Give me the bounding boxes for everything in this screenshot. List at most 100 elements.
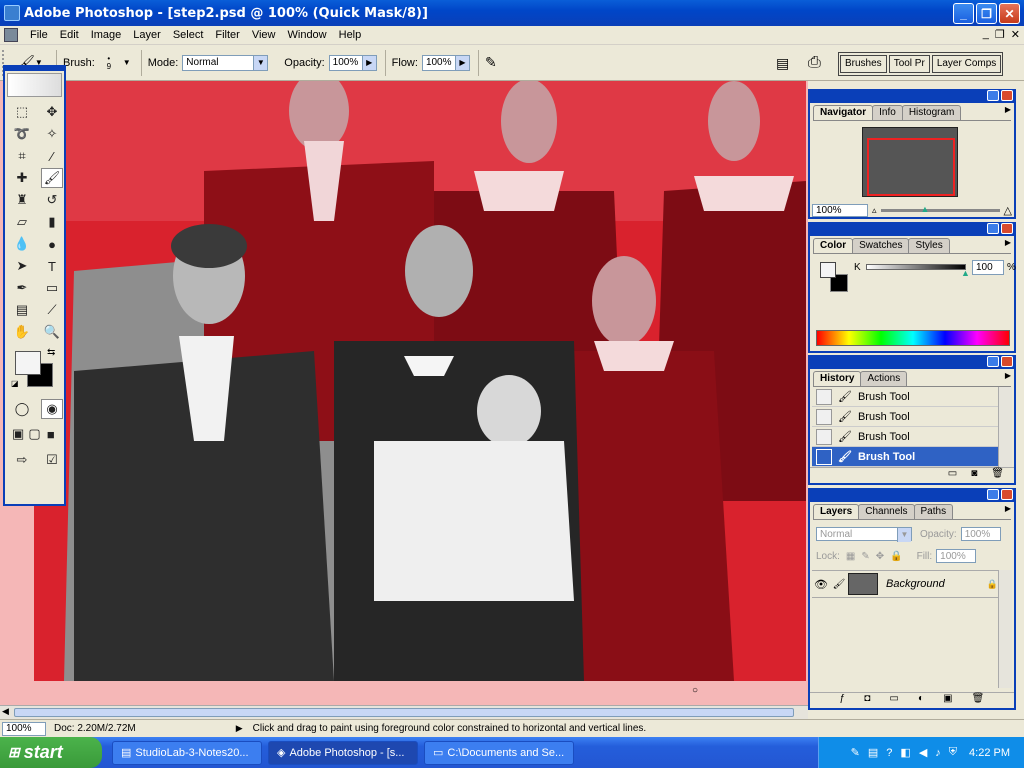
menu-view[interactable]: View — [246, 29, 282, 41]
history-item-current[interactable]: 🖌 Brush Tool — [812, 447, 1002, 467]
tab-color[interactable]: Color — [813, 238, 854, 253]
lasso-tool-icon[interactable]: ➰ — [11, 124, 33, 144]
snapshot-icon[interactable]: ◙ — [971, 468, 977, 483]
blend-mode-select[interactable]: Normal ▼ — [816, 527, 912, 542]
notes-tool-icon[interactable]: ▤ — [11, 300, 33, 320]
tab-navigator[interactable]: Navigator — [813, 105, 874, 120]
menu-file[interactable]: File — [24, 29, 54, 41]
start-button[interactable]: ⊞ start — [0, 737, 102, 768]
layer-mask-icon[interactable]: ◘ — [864, 693, 870, 708]
panel-close-icon[interactable] — [1001, 489, 1013, 500]
eraser-tool-icon[interactable]: ▱ — [11, 212, 33, 232]
layer-style-icon[interactable]: ƒ — [840, 693, 846, 708]
tray-icon-2[interactable]: ▤ — [868, 746, 878, 759]
fill-field[interactable]: 100% — [936, 549, 977, 563]
foreground-color[interactable] — [15, 351, 41, 375]
panel-menu-icon[interactable]: ▶ — [1005, 105, 1011, 120]
tab-paths[interactable]: Paths — [913, 504, 954, 519]
dodge-tool-icon[interactable]: ● — [41, 234, 63, 254]
help-icon[interactable]: ? — [886, 747, 892, 759]
panel-minimize-icon[interactable] — [987, 489, 999, 500]
navigator-zoom-field[interactable]: 100% — [812, 203, 868, 217]
menu-image[interactable]: Image — [85, 29, 128, 41]
hand-tool-icon[interactable]: ✋ — [11, 322, 33, 342]
k-value-field[interactable]: 100 — [972, 260, 1004, 275]
path-selection-tool-icon[interactable]: ➤ — [11, 256, 33, 276]
panel-menu-icon[interactable]: ▶ — [1005, 504, 1011, 519]
tab-swatches[interactable]: Swatches — [852, 238, 910, 253]
brush-picker[interactable]: • 9 — [99, 54, 119, 71]
brush-tool-icon[interactable]: 🖌 — [41, 168, 63, 188]
security-shield-icon[interactable]: ⛨ — [949, 746, 957, 759]
healing-brush-tool-icon[interactable]: ✚ — [11, 168, 33, 188]
clone-stamp-tool-icon[interactable]: ♜ — [11, 190, 33, 210]
panel-close-icon[interactable] — [1001, 356, 1013, 367]
tab-styles[interactable]: Styles — [908, 238, 950, 253]
default-colors-icon[interactable]: ◪ — [11, 379, 19, 388]
well-brushes[interactable]: Brushes — [840, 55, 887, 73]
family-photo-quick-mask[interactable] — [34, 81, 806, 681]
tray-icon-1[interactable]: ✎ — [851, 746, 860, 759]
shape-tool-icon[interactable]: ▭ — [41, 278, 63, 298]
tab-channels[interactable]: Channels — [858, 504, 915, 519]
new-group-icon[interactable]: ▭ — [889, 693, 898, 708]
doc-minimize-icon[interactable]: _ — [983, 28, 989, 41]
k-slider[interactable] — [866, 264, 966, 270]
swap-colors-icon[interactable]: ⇆ — [47, 347, 55, 358]
doc-close-icon[interactable]: ✕ — [1011, 28, 1020, 41]
menu-layer[interactable]: Layer — [127, 29, 167, 41]
well-tool-presets[interactable]: Tool Pr — [888, 55, 930, 73]
marquee-tool-icon[interactable]: ⬚ — [11, 102, 33, 122]
minimize-button[interactable]: _ — [953, 3, 974, 24]
layer-brush-icon[interactable]: 🖌 — [830, 579, 848, 590]
zoom-out-icon[interactable]: ▵ — [872, 205, 877, 216]
tab-actions[interactable]: Actions — [860, 371, 908, 386]
eyedropper-tool-icon[interactable]: ⟋ — [41, 300, 63, 320]
restore-button[interactable]: ❐ — [976, 3, 997, 24]
quick-mask-mode-icon[interactable]: ◉ — [41, 399, 63, 419]
file-browser-icon[interactable]: ▤ — [776, 55, 789, 72]
tab-histogram[interactable]: Histogram — [901, 105, 962, 120]
task-explorer[interactable]: ▭ C:\Documents and Se... — [424, 740, 574, 765]
eye-visibility-icon[interactable]: 👁 — [812, 578, 830, 591]
document-icon[interactable] — [4, 28, 18, 42]
pen-tool-icon[interactable]: ✒ — [11, 278, 33, 298]
lock-transparency-icon[interactable]: ▦ — [846, 551, 855, 562]
tab-layers[interactable]: Layers — [813, 504, 860, 519]
screen-mode-full-icon[interactable]: ■ — [44, 424, 58, 444]
flow-field[interactable]: 100% ▶ — [421, 54, 470, 71]
k-slider-thumb-icon[interactable]: ▲ — [961, 268, 970, 278]
history-item[interactable]: 🖌 Brush Tool — [812, 387, 1002, 407]
screen-mode-standard-icon[interactable]: ▣ — [11, 424, 25, 444]
adjustment-layer-icon[interactable]: ◐ — [918, 693, 924, 708]
trash-icon[interactable]: 🗑 — [991, 468, 1004, 483]
panel-minimize-icon[interactable] — [987, 223, 999, 234]
new-document-icon[interactable]: ▭ — [948, 468, 957, 483]
color-fg-swatch[interactable] — [820, 262, 836, 278]
type-tool-icon[interactable]: T — [41, 256, 63, 276]
mode-select[interactable]: Normal ▼ — [182, 54, 269, 71]
horizontal-scrollbar[interactable]: ◀ — [0, 705, 808, 719]
screen-mode-full-menu-icon[interactable]: ▢ — [27, 424, 41, 444]
zoom-slider-thumb-icon[interactable]: ▲ — [921, 204, 930, 214]
gradient-tool-icon[interactable]: ▮ — [41, 212, 63, 232]
adobe-feather-logo[interactable] — [7, 73, 62, 97]
standard-mode-icon[interactable]: ◯ — [11, 399, 33, 419]
palette-well-icon[interactable]: ⎙ — [808, 54, 821, 72]
zoom-in-icon[interactable]: △ — [1004, 204, 1012, 217]
navigator-thumbnail[interactable] — [862, 127, 958, 197]
imageready-icon[interactable]: ☑ — [41, 450, 63, 470]
color-ramp[interactable] — [816, 330, 1010, 346]
zoom-tool-icon[interactable]: 🔍 — [41, 322, 63, 342]
crop-tool-icon[interactable]: ⌗ — [11, 146, 33, 166]
tab-info[interactable]: Info — [872, 105, 903, 120]
magic-wand-tool-icon[interactable]: ✧ — [41, 124, 63, 144]
tray-expand-icon[interactable]: ◀ — [919, 746, 927, 759]
menu-help[interactable]: Help — [333, 29, 368, 41]
task-studiolab-notes[interactable]: ▤ StudioLab-3-Notes20... — [112, 740, 262, 765]
task-photoshop[interactable]: ◈ Adobe Photoshop - [s... — [268, 740, 418, 765]
network-icon[interactable]: ♪ — [935, 747, 941, 759]
document-canvas[interactable]: ○ — [0, 81, 808, 705]
layers-scrollbar[interactable] — [998, 570, 1012, 688]
panel-menu-icon[interactable]: ▶ — [1005, 371, 1011, 386]
